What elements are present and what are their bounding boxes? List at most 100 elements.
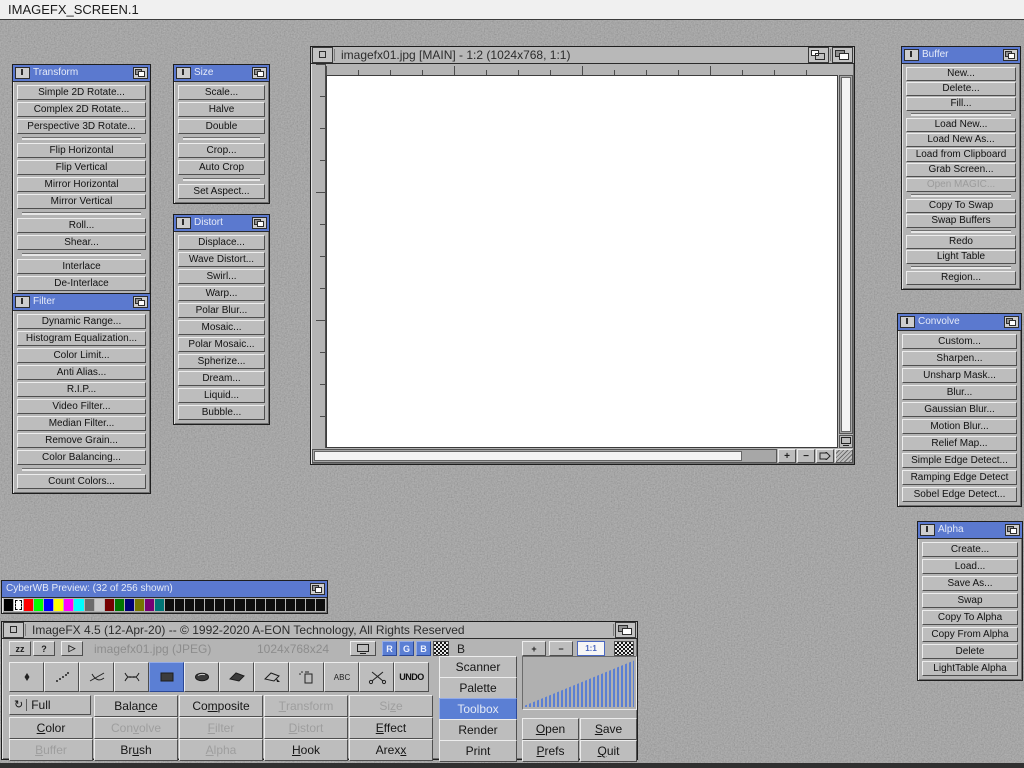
color-button[interactable]: Color — [9, 717, 93, 739]
halve-button[interactable]: Halve — [178, 102, 265, 117]
polar-blur-button[interactable]: Polar Blur... — [178, 303, 265, 318]
close-icon[interactable] — [176, 217, 191, 229]
set-aspect-button[interactable]: Set Aspect... — [178, 184, 265, 199]
color-swatch[interactable] — [215, 599, 224, 611]
color-swatch[interactable] — [24, 599, 33, 611]
de-interlace-button[interactable]: De-Interlace — [17, 276, 146, 291]
close-icon[interactable] — [3, 622, 24, 638]
bubble-button[interactable]: Bubble... — [178, 405, 265, 420]
arexx-button[interactable]: Arexx — [349, 739, 433, 761]
toolbar-titlebar[interactable]: ImageFX 4.5 (12-Apr-20) -- © 1992-2020 A… — [2, 622, 637, 639]
text-tool[interactable]: ABC — [324, 662, 359, 692]
light-table-button[interactable]: Light Table — [906, 250, 1016, 264]
save-as-button[interactable]: Save As... — [922, 576, 1018, 591]
color-swatch[interactable] — [14, 599, 23, 611]
color-swatch[interactable] — [276, 599, 285, 611]
vertical-scrollbar[interactable] — [839, 75, 853, 434]
relief-map-button[interactable]: Relief Map... — [902, 436, 1017, 451]
red-channel-button[interactable]: R — [382, 641, 397, 656]
close-icon[interactable] — [904, 49, 919, 61]
wave-distort-button[interactable]: Wave Distort... — [178, 252, 265, 267]
screen-title-bar[interactable]: IMAGEFX_SCREEN.1 — [0, 0, 1024, 20]
open-button[interactable]: Open — [522, 718, 579, 740]
remove-grain-button[interactable]: Remove Grain... — [17, 433, 146, 448]
scroll-thumb[interactable] — [841, 77, 851, 432]
sleep-button[interactable]: zz — [9, 641, 31, 656]
sharpen-button[interactable]: Sharpen... — [902, 351, 1017, 366]
unsharp-mask-button[interactable]: Unsharp Mask... — [902, 368, 1017, 383]
zoom-gadget-icon[interactable] — [808, 47, 829, 63]
run-button[interactable]: ▷ — [61, 641, 83, 656]
convolve-titlebar[interactable]: Convolve — [898, 314, 1021, 331]
zoom-in-button[interactable]: + — [778, 449, 796, 463]
depth-icon[interactable] — [133, 296, 148, 308]
color-swatch[interactable] — [296, 599, 305, 611]
simple-2d-rotate-button[interactable]: Simple 2D Rotate... — [17, 85, 146, 100]
distort-titlebar[interactable]: Distort — [174, 215, 269, 232]
zoom-actual-button[interactable]: 1:1 — [577, 641, 605, 656]
color-swatch[interactable] — [205, 599, 214, 611]
screen-mode-button[interactable] — [839, 435, 853, 448]
green-channel-button[interactable]: G — [399, 641, 414, 656]
close-icon[interactable] — [900, 316, 915, 328]
delete-button[interactable]: Delete... — [906, 82, 1016, 96]
gaussian-blur-button[interactable]: Gaussian Blur... — [902, 402, 1017, 417]
alpha-titlebar[interactable]: Alpha — [918, 522, 1022, 539]
auto-crop-button[interactable]: Auto Crop — [178, 160, 265, 175]
prefs-button[interactable]: Prefs — [522, 740, 579, 762]
color-swatch[interactable] — [105, 599, 114, 611]
image-window-titlebar[interactable]: imagefx01.jpg [MAIN] - 1:2 (1024x768, 1:… — [311, 47, 854, 64]
scale-button[interactable]: Scale... — [178, 85, 265, 100]
color-swatch[interactable] — [306, 599, 315, 611]
color-swatch[interactable] — [74, 599, 83, 611]
color-swatch[interactable] — [155, 599, 164, 611]
blue-channel-button[interactable]: B — [416, 641, 431, 656]
polygon-tool[interactable] — [254, 662, 289, 692]
displace-button[interactable]: Displace... — [178, 235, 265, 250]
depth-icon[interactable] — [615, 622, 636, 638]
curve-tool[interactable] — [114, 662, 149, 692]
delete-button[interactable]: Delete — [922, 644, 1018, 659]
point-tool[interactable] — [9, 662, 44, 692]
color-limit-button[interactable]: Color Limit... — [17, 348, 146, 363]
fill-button[interactable]: Fill... — [906, 97, 1016, 111]
new-button[interactable]: New... — [906, 67, 1016, 81]
save-button[interactable]: Save — [580, 718, 637, 740]
spray-tool[interactable] — [289, 662, 324, 692]
brush-button[interactable]: Brush — [94, 739, 178, 761]
mosaic-button[interactable]: Mosaic... — [178, 320, 265, 335]
render-panel-button[interactable]: Render — [439, 719, 517, 741]
spherize-button[interactable]: Spherize... — [178, 354, 265, 369]
depth-icon[interactable] — [1003, 49, 1018, 61]
load-new-button[interactable]: Load New... — [906, 118, 1016, 132]
mirror-horizontal-button[interactable]: Mirror Horizontal — [17, 177, 146, 192]
lighttable-alpha-button[interactable]: LightTable Alpha — [922, 661, 1018, 676]
sobel-edge-detect-button[interactable]: Sobel Edge Detect... — [902, 487, 1017, 502]
create-button[interactable]: Create... — [922, 542, 1018, 557]
scanner-panel-button[interactable]: Scanner — [439, 656, 517, 678]
load-from-clipboard-button[interactable]: Load from Clipboard — [906, 148, 1016, 162]
redo-button[interactable]: Redo — [906, 235, 1016, 249]
oval-tool[interactable] — [184, 662, 219, 692]
roll-button[interactable]: Roll... — [17, 218, 146, 233]
depth-icon[interactable] — [252, 217, 267, 229]
close-icon[interactable] — [176, 67, 191, 79]
undo-button[interactable]: UNDO — [394, 662, 429, 692]
dynamic-range-button[interactable]: Dynamic Range... — [17, 314, 146, 329]
composite-button[interactable]: Composite — [179, 695, 263, 717]
mirror-vertical-button[interactable]: Mirror Vertical — [17, 194, 146, 209]
load-new-as-button[interactable]: Load New As... — [906, 133, 1016, 147]
resize-handle[interactable] — [835, 449, 853, 463]
grab-screen-button[interactable]: Grab Screen... — [906, 163, 1016, 177]
swap-buffers-button[interactable]: Swap Buffers — [906, 214, 1016, 228]
scroll-thumb[interactable] — [314, 451, 742, 461]
anti-alias-button[interactable]: Anti Alias... — [17, 365, 146, 380]
color-swatch[interactable] — [44, 599, 53, 611]
palette-panel-button[interactable]: Palette — [439, 677, 517, 699]
region-button[interactable]: Region... — [906, 271, 1016, 285]
cyberwb-titlebar[interactable]: CyberWB Preview: (32 of 256 shown) — [2, 581, 327, 598]
color-swatch[interactable] — [115, 599, 124, 611]
full-cycle-button[interactable]: ↻ Full — [9, 695, 91, 715]
color-swatch[interactable] — [175, 599, 184, 611]
fill-tool[interactable] — [219, 662, 254, 692]
